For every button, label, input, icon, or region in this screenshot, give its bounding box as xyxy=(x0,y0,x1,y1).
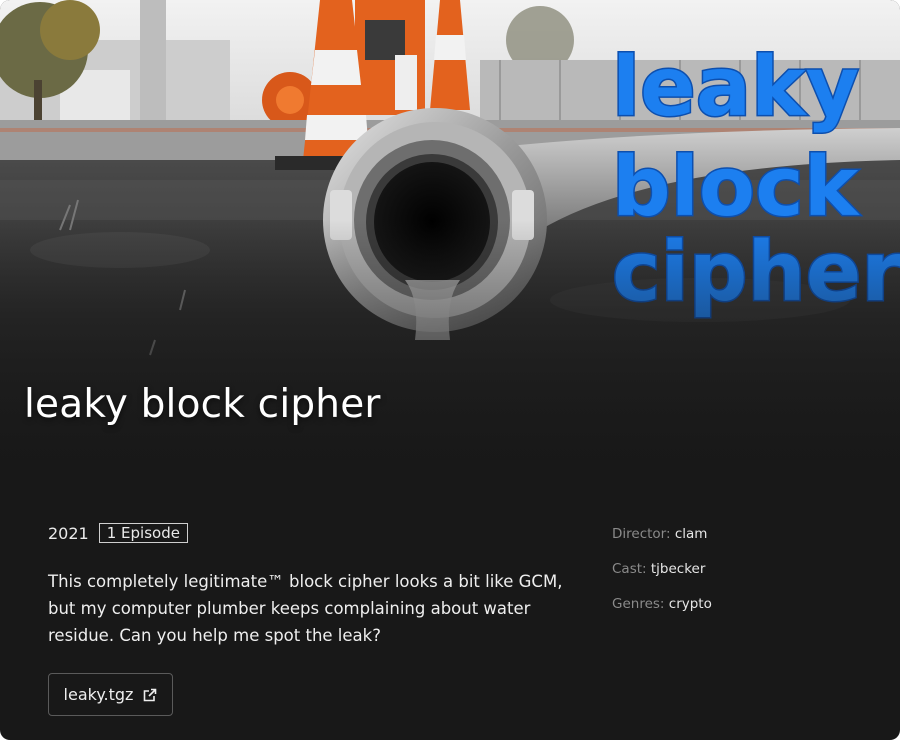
challenge-card: leaky block cipher leaky block cipher 20… xyxy=(0,0,900,740)
director-row: Director: clam xyxy=(612,524,872,559)
cast-row: Cast: tjbecker xyxy=(612,559,872,594)
genres-value: crypto xyxy=(668,596,712,612)
genres-label: Genres: xyxy=(612,596,665,612)
episode-badge: 1 Episode xyxy=(98,523,188,543)
download-button[interactable]: leaky.tgz xyxy=(48,673,173,716)
external-link-icon xyxy=(143,688,157,702)
details-panel: Director: clam Cast: tjbecker Genres: cr… xyxy=(612,524,872,629)
hero-banner: leaky block cipher leaky block cipher xyxy=(0,0,900,480)
release-year: 2021 xyxy=(48,523,89,543)
logo-word-1: leaky xyxy=(612,40,859,135)
cast-value: tjbecker xyxy=(650,561,706,577)
challenge-description: This completely legitimate™ block cipher… xyxy=(48,572,563,645)
director-value: clam xyxy=(674,526,708,542)
genres-row: Genres: crypto xyxy=(612,594,872,629)
cast-label: Cast: xyxy=(612,561,647,577)
director-label: Director: xyxy=(612,526,671,542)
download-label: leaky.tgz xyxy=(63,685,134,704)
meta-row: 2021 1 Episode xyxy=(48,523,188,543)
challenge-title: leaky block cipher xyxy=(24,382,381,427)
